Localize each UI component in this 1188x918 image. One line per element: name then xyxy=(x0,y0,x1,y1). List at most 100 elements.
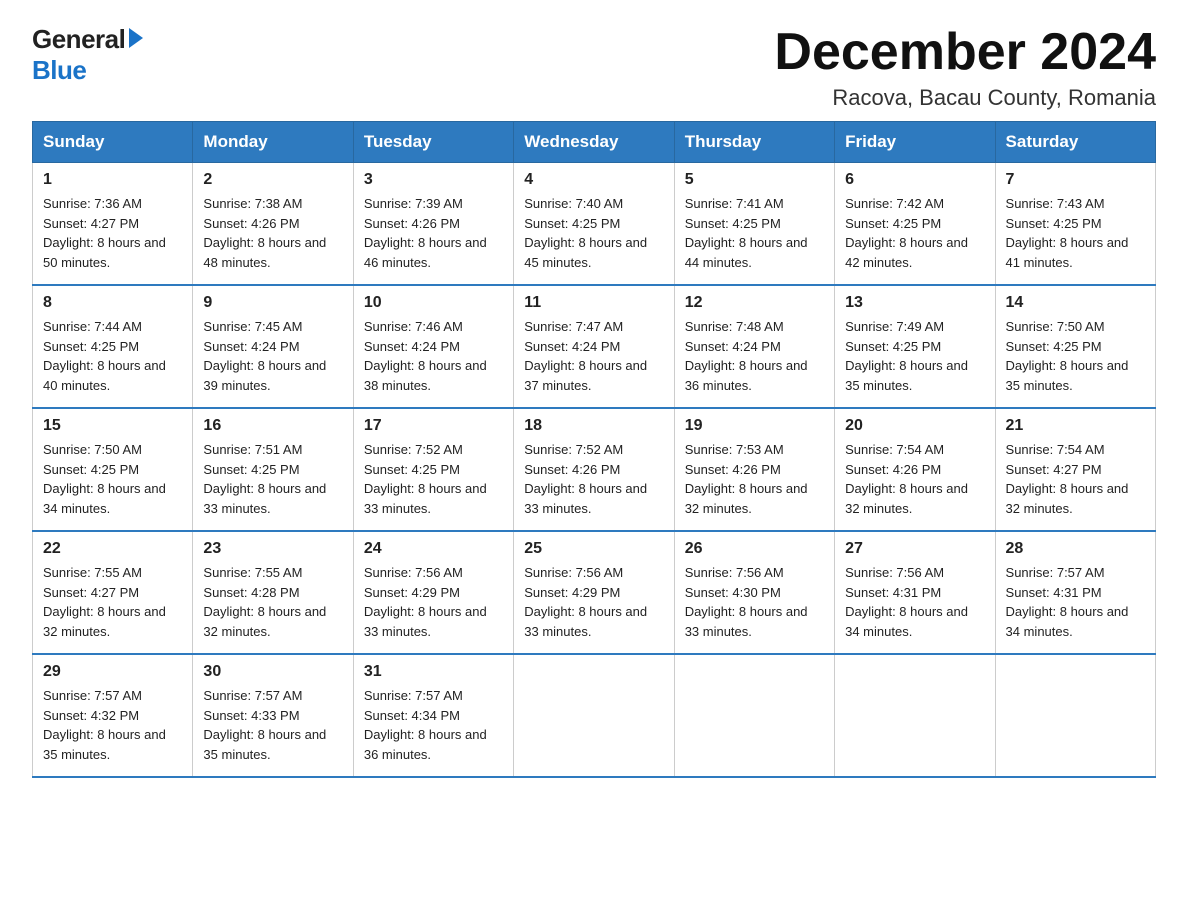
day-number: 19 xyxy=(685,417,824,435)
daylight-label: Daylight: 8 hours and 46 minutes. xyxy=(364,235,487,270)
sunrise-label: Sunrise: 7:40 AM xyxy=(524,196,623,211)
sunrise-label: Sunrise: 7:54 AM xyxy=(1006,442,1105,457)
day-number: 13 xyxy=(845,294,984,312)
daylight-label: Daylight: 8 hours and 34 minutes. xyxy=(1006,604,1129,639)
calendar-cell: 8 Sunrise: 7:44 AM Sunset: 4:25 PM Dayli… xyxy=(33,285,193,408)
sunrise-label: Sunrise: 7:56 AM xyxy=(845,565,944,580)
day-info: Sunrise: 7:52 AM Sunset: 4:25 PM Dayligh… xyxy=(364,440,503,518)
daylight-label: Daylight: 8 hours and 48 minutes. xyxy=(203,235,326,270)
day-number: 6 xyxy=(845,171,984,189)
day-number: 22 xyxy=(43,540,182,558)
sunset-label: Sunset: 4:24 PM xyxy=(203,339,299,354)
sunrise-label: Sunrise: 7:39 AM xyxy=(364,196,463,211)
daylight-label: Daylight: 8 hours and 35 minutes. xyxy=(1006,358,1129,393)
sunrise-label: Sunrise: 7:47 AM xyxy=(524,319,623,334)
sunrise-label: Sunrise: 7:50 AM xyxy=(43,442,142,457)
day-number: 30 xyxy=(203,663,342,681)
daylight-label: Daylight: 8 hours and 36 minutes. xyxy=(685,358,808,393)
day-info: Sunrise: 7:57 AM Sunset: 4:32 PM Dayligh… xyxy=(43,686,182,764)
sunset-label: Sunset: 4:26 PM xyxy=(524,462,620,477)
day-info: Sunrise: 7:45 AM Sunset: 4:24 PM Dayligh… xyxy=(203,317,342,395)
calendar-cell: 29 Sunrise: 7:57 AM Sunset: 4:32 PM Dayl… xyxy=(33,654,193,777)
day-info: Sunrise: 7:50 AM Sunset: 4:25 PM Dayligh… xyxy=(1006,317,1145,395)
daylight-label: Daylight: 8 hours and 32 minutes. xyxy=(685,481,808,516)
day-number: 23 xyxy=(203,540,342,558)
title-block: December 2024 Racova, Bacau County, Roma… xyxy=(774,24,1156,111)
daylight-label: Daylight: 8 hours and 33 minutes. xyxy=(203,481,326,516)
daylight-label: Daylight: 8 hours and 32 minutes. xyxy=(845,481,968,516)
day-info: Sunrise: 7:48 AM Sunset: 4:24 PM Dayligh… xyxy=(685,317,824,395)
day-info: Sunrise: 7:39 AM Sunset: 4:26 PM Dayligh… xyxy=(364,194,503,272)
sunset-label: Sunset: 4:24 PM xyxy=(524,339,620,354)
calendar-cell: 28 Sunrise: 7:57 AM Sunset: 4:31 PM Dayl… xyxy=(995,531,1155,654)
day-info: Sunrise: 7:57 AM Sunset: 4:31 PM Dayligh… xyxy=(1006,563,1145,641)
calendar-cell: 30 Sunrise: 7:57 AM Sunset: 4:33 PM Dayl… xyxy=(193,654,353,777)
calendar-cell: 26 Sunrise: 7:56 AM Sunset: 4:30 PM Dayl… xyxy=(674,531,834,654)
sunset-label: Sunset: 4:25 PM xyxy=(1006,216,1102,231)
sunset-label: Sunset: 4:31 PM xyxy=(1006,585,1102,600)
calendar-cell: 3 Sunrise: 7:39 AM Sunset: 4:26 PM Dayli… xyxy=(353,163,513,286)
day-number: 17 xyxy=(364,417,503,435)
sunrise-label: Sunrise: 7:46 AM xyxy=(364,319,463,334)
column-header-wednesday: Wednesday xyxy=(514,122,674,163)
calendar-cell: 23 Sunrise: 7:55 AM Sunset: 4:28 PM Dayl… xyxy=(193,531,353,654)
location-title: Racova, Bacau County, Romania xyxy=(774,85,1156,111)
daylight-label: Daylight: 8 hours and 44 minutes. xyxy=(685,235,808,270)
calendar-cell: 4 Sunrise: 7:40 AM Sunset: 4:25 PM Dayli… xyxy=(514,163,674,286)
day-number: 5 xyxy=(685,171,824,189)
daylight-label: Daylight: 8 hours and 35 minutes. xyxy=(845,358,968,393)
sunset-label: Sunset: 4:28 PM xyxy=(203,585,299,600)
sunrise-label: Sunrise: 7:56 AM xyxy=(524,565,623,580)
sunset-label: Sunset: 4:30 PM xyxy=(685,585,781,600)
column-header-sunday: Sunday xyxy=(33,122,193,163)
sunrise-label: Sunrise: 7:57 AM xyxy=(1006,565,1105,580)
sunrise-label: Sunrise: 7:53 AM xyxy=(685,442,784,457)
calendar-cell: 14 Sunrise: 7:50 AM Sunset: 4:25 PM Dayl… xyxy=(995,285,1155,408)
day-number: 8 xyxy=(43,294,182,312)
day-number: 1 xyxy=(43,171,182,189)
sunrise-label: Sunrise: 7:43 AM xyxy=(1006,196,1105,211)
sunset-label: Sunset: 4:24 PM xyxy=(685,339,781,354)
day-number: 27 xyxy=(845,540,984,558)
sunrise-label: Sunrise: 7:50 AM xyxy=(1006,319,1105,334)
column-header-tuesday: Tuesday xyxy=(353,122,513,163)
calendar-cell: 5 Sunrise: 7:41 AM Sunset: 4:25 PM Dayli… xyxy=(674,163,834,286)
day-info: Sunrise: 7:47 AM Sunset: 4:24 PM Dayligh… xyxy=(524,317,663,395)
month-title: December 2024 xyxy=(774,24,1156,81)
calendar-cell: 7 Sunrise: 7:43 AM Sunset: 4:25 PM Dayli… xyxy=(995,163,1155,286)
calendar-cell: 13 Sunrise: 7:49 AM Sunset: 4:25 PM Dayl… xyxy=(835,285,995,408)
day-info: Sunrise: 7:46 AM Sunset: 4:24 PM Dayligh… xyxy=(364,317,503,395)
day-number: 12 xyxy=(685,294,824,312)
calendar-cell: 31 Sunrise: 7:57 AM Sunset: 4:34 PM Dayl… xyxy=(353,654,513,777)
sunrise-label: Sunrise: 7:44 AM xyxy=(43,319,142,334)
day-number: 21 xyxy=(1006,417,1145,435)
day-info: Sunrise: 7:38 AM Sunset: 4:26 PM Dayligh… xyxy=(203,194,342,272)
calendar-cell xyxy=(514,654,674,777)
sunrise-label: Sunrise: 7:38 AM xyxy=(203,196,302,211)
sunrise-label: Sunrise: 7:55 AM xyxy=(203,565,302,580)
sunset-label: Sunset: 4:26 PM xyxy=(845,462,941,477)
daylight-label: Daylight: 8 hours and 41 minutes. xyxy=(1006,235,1129,270)
sunrise-label: Sunrise: 7:41 AM xyxy=(685,196,784,211)
sunrise-label: Sunrise: 7:54 AM xyxy=(845,442,944,457)
calendar-cell: 1 Sunrise: 7:36 AM Sunset: 4:27 PM Dayli… xyxy=(33,163,193,286)
day-number: 29 xyxy=(43,663,182,681)
daylight-label: Daylight: 8 hours and 33 minutes. xyxy=(524,604,647,639)
day-info: Sunrise: 7:56 AM Sunset: 4:29 PM Dayligh… xyxy=(524,563,663,641)
day-info: Sunrise: 7:42 AM Sunset: 4:25 PM Dayligh… xyxy=(845,194,984,272)
day-info: Sunrise: 7:41 AM Sunset: 4:25 PM Dayligh… xyxy=(685,194,824,272)
sunset-label: Sunset: 4:25 PM xyxy=(364,462,460,477)
sunset-label: Sunset: 4:26 PM xyxy=(203,216,299,231)
sunrise-label: Sunrise: 7:57 AM xyxy=(364,688,463,703)
day-info: Sunrise: 7:36 AM Sunset: 4:27 PM Dayligh… xyxy=(43,194,182,272)
day-number: 26 xyxy=(685,540,824,558)
calendar-table: SundayMondayTuesdayWednesdayThursdayFrid… xyxy=(32,121,1156,778)
day-info: Sunrise: 7:49 AM Sunset: 4:25 PM Dayligh… xyxy=(845,317,984,395)
sunset-label: Sunset: 4:27 PM xyxy=(43,216,139,231)
calendar-cell: 19 Sunrise: 7:53 AM Sunset: 4:26 PM Dayl… xyxy=(674,408,834,531)
calendar-cell: 16 Sunrise: 7:51 AM Sunset: 4:25 PM Dayl… xyxy=(193,408,353,531)
calendar-week-row: 22 Sunrise: 7:55 AM Sunset: 4:27 PM Dayl… xyxy=(33,531,1156,654)
day-number: 18 xyxy=(524,417,663,435)
calendar-cell xyxy=(835,654,995,777)
calendar-cell: 25 Sunrise: 7:56 AM Sunset: 4:29 PM Dayl… xyxy=(514,531,674,654)
